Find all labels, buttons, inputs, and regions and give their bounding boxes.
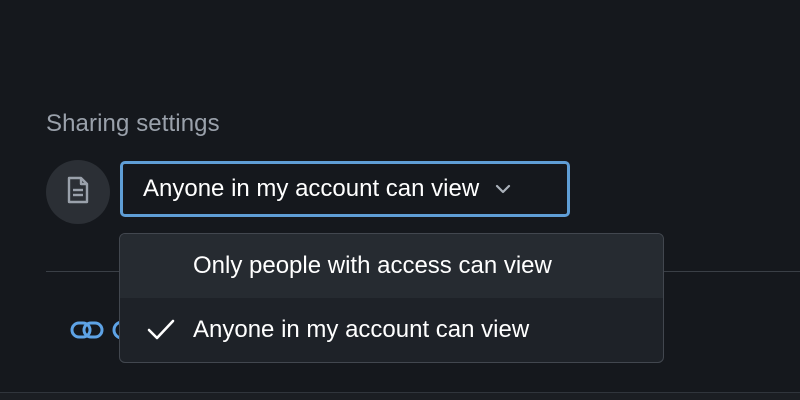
document-icon bbox=[64, 175, 92, 210]
sharing-settings-page: Sharing settings Anyone in my account ca… bbox=[0, 0, 800, 400]
sharing-select-value: Anyone in my account can view bbox=[143, 175, 480, 202]
option-anyone-in-account[interactable]: Anyone in my account can view bbox=[120, 298, 663, 362]
checkmark-icon bbox=[146, 298, 176, 362]
sharing-select[interactable]: Anyone in my account can view bbox=[120, 161, 570, 217]
sharing-settings-label: Sharing settings bbox=[46, 110, 220, 137]
sharing-options-menu: Only people with access can view Anyone … bbox=[119, 233, 664, 363]
link-icon[interactable] bbox=[70, 318, 104, 342]
option-label: Only people with access can view bbox=[193, 252, 552, 279]
document-avatar bbox=[46, 160, 110, 224]
panel-bottom-edge bbox=[0, 392, 800, 400]
option-label: Anyone in my account can view bbox=[193, 316, 530, 343]
option-only-people-with-access[interactable]: Only people with access can view bbox=[120, 234, 663, 298]
chevron-down-icon bbox=[495, 184, 511, 194]
